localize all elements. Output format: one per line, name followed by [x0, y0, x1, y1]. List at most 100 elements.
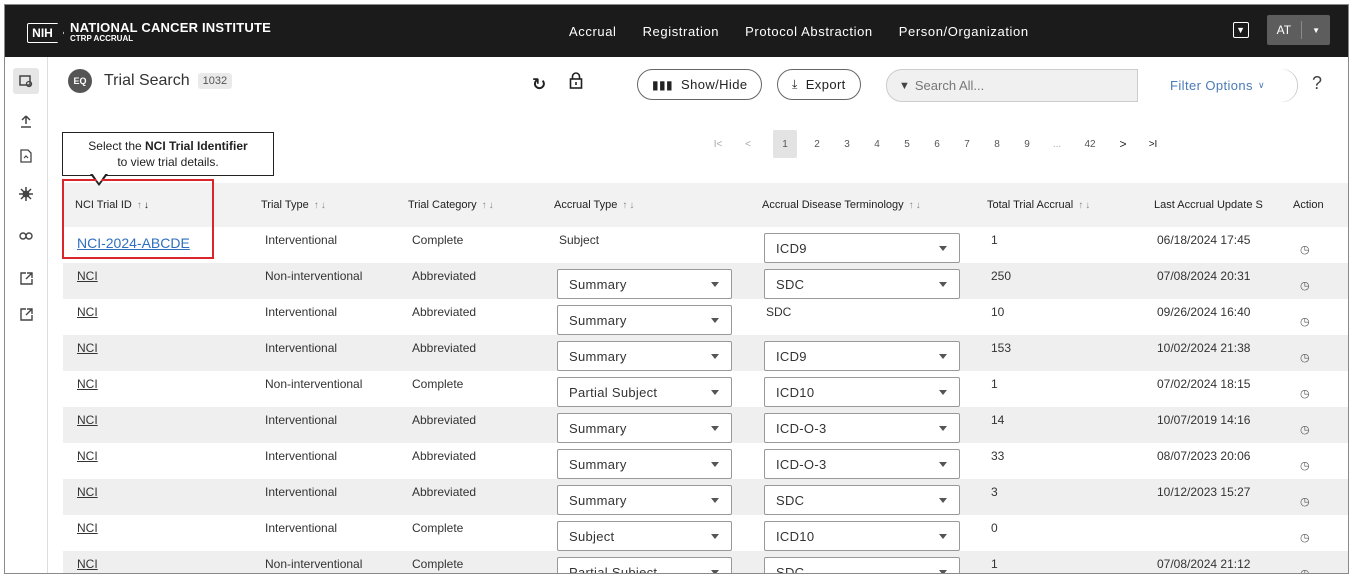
- trial-search-icon[interactable]: [13, 68, 39, 94]
- help-icon[interactable]: ?: [1312, 73, 1322, 94]
- nci-trial-id-link[interactable]: NCI: [77, 413, 98, 427]
- accrual-type-value: Subject: [569, 528, 615, 544]
- history-icon[interactable]: ◷: [1300, 243, 1310, 256]
- accrual-type-select[interactable]: Summary: [557, 449, 732, 479]
- page-button[interactable]: 4: [862, 130, 892, 158]
- nci-trial-id-link[interactable]: NCI: [77, 449, 98, 463]
- page-button[interactable]: 2: [802, 130, 832, 158]
- nav-protocol-abstraction[interactable]: Protocol Abstraction: [745, 24, 873, 39]
- nci-trial-id-link[interactable]: NCI: [77, 341, 98, 355]
- sort-icon[interactable]: ↑↓: [1078, 200, 1092, 211]
- external-link-icon-2[interactable]: [13, 301, 39, 327]
- page-button[interactable]: 9: [1012, 130, 1042, 158]
- sort-icon[interactable]: ↑↓: [909, 200, 923, 211]
- column-header-trial-type[interactable]: Trial Type ↑↓: [261, 183, 328, 227]
- page-button-last[interactable]: 42: [1072, 130, 1108, 158]
- accrual-type-select[interactable]: Summary: [557, 269, 732, 299]
- page-button[interactable]: 6: [922, 130, 952, 158]
- sort-icon[interactable]: ↑↓: [622, 200, 636, 211]
- history-icon[interactable]: ◷: [1300, 495, 1310, 508]
- show-hide-button[interactable]: ▮▮▮ Show/Hide: [637, 69, 763, 100]
- nci-trial-id-link[interactable]: NCI-2024-ABCDE: [77, 235, 190, 251]
- column-header-accrual-type[interactable]: Accrual Type ↑↓: [554, 183, 636, 227]
- page-button[interactable]: 7: [952, 130, 982, 158]
- cell-nci-trial-id: NCI: [77, 263, 98, 299]
- nci-trial-id-link[interactable]: NCI: [77, 377, 98, 391]
- cell-trial-category: Complete: [412, 521, 464, 535]
- chevron-down-icon: [711, 426, 719, 431]
- last-page-button[interactable]: >I: [1138, 130, 1168, 158]
- disease-terminology-select[interactable]: SDC: [764, 557, 960, 573]
- history-icon[interactable]: ◷: [1300, 567, 1310, 573]
- column-header-trial-category[interactable]: Trial Category ↑↓: [408, 183, 496, 227]
- nav-accrual[interactable]: Accrual: [569, 24, 617, 39]
- external-link-icon[interactable]: [13, 265, 39, 291]
- callout-tooltip: Select the NCI Trial Identifier to view …: [62, 132, 274, 176]
- history-icon[interactable]: ◷: [1300, 423, 1310, 436]
- disease-terminology-select[interactable]: ICD10: [764, 521, 960, 551]
- accrual-type-select[interactable]: Summary: [557, 305, 732, 335]
- disease-terminology-select[interactable]: ICD9: [764, 341, 960, 371]
- nav-registration[interactable]: Registration: [643, 24, 720, 39]
- export-button[interactable]: ⤓ Export: [777, 69, 861, 100]
- column-header-nci-trial-id[interactable]: NCI Trial ID ↑↓: [75, 183, 151, 227]
- nav-person-organization[interactable]: Person/Organization: [899, 24, 1029, 39]
- cell-nci-trial-id: NCI: [77, 479, 98, 515]
- document-icon[interactable]: [13, 143, 39, 169]
- column-header-total-trial-accrual[interactable]: Total Trial Accrual ↑↓: [987, 183, 1092, 227]
- column-header-last-accrual-update[interactable]: Last Accrual Update S: [1154, 183, 1280, 227]
- page-button[interactable]: 5: [892, 130, 922, 158]
- prev-page-button[interactable]: <: [737, 130, 759, 158]
- virus-icon[interactable]: [13, 181, 39, 207]
- disease-terminology-select[interactable]: ICD9: [764, 233, 960, 263]
- first-page-button[interactable]: I<: [707, 130, 729, 158]
- page-button-current[interactable]: 1: [773, 130, 797, 158]
- accrual-type-select[interactable]: Partial Subject: [557, 557, 732, 573]
- sort-icon[interactable]: ↑↓: [482, 200, 496, 211]
- nci-trial-id-link[interactable]: NCI: [77, 557, 98, 571]
- nci-trial-id-link[interactable]: NCI: [77, 305, 98, 319]
- disease-terminology-select[interactable]: ICD-O-3: [764, 449, 960, 479]
- search-input[interactable]: [914, 78, 1155, 93]
- lock-icon[interactable]: [569, 72, 583, 94]
- history-icon[interactable]: ◷: [1300, 387, 1310, 400]
- accrual-type-select[interactable]: Partial Subject: [557, 377, 732, 407]
- disease-terminology-select[interactable]: ICD10: [764, 377, 960, 407]
- link-icon[interactable]: [13, 223, 39, 249]
- page-button[interactable]: 3: [832, 130, 862, 158]
- history-icon[interactable]: ◷: [1300, 315, 1310, 328]
- disease-terminology-select[interactable]: SDC: [764, 269, 960, 299]
- sort-icon[interactable]: ↑↓: [137, 200, 151, 211]
- cell-nci-trial-id: NCI: [77, 299, 98, 335]
- table-row: NCI Interventional Abbreviated Summary ICD-O…: [63, 443, 1348, 479]
- user-menu-button[interactable]: AT ▼: [1266, 15, 1330, 45]
- cell-last-accrual-update: 07/08/2024 21:12: [1157, 557, 1251, 571]
- disease-terminology-select[interactable]: ICD-O-3: [764, 413, 960, 443]
- table-row: NCI Non-interventional Abbreviated Summary S…: [63, 263, 1348, 299]
- nih-logo[interactable]: NIH NATIONAL CANCER INSTITUTE CTRP ACCRU…: [27, 21, 271, 44]
- refresh-icon[interactable]: ↻: [532, 75, 546, 95]
- accrual-type-value: Summary: [569, 492, 627, 508]
- next-page-button[interactable]: >: [1108, 130, 1138, 158]
- history-icon[interactable]: ◷: [1300, 459, 1310, 472]
- disease-terminology-select[interactable]: SDC: [764, 485, 960, 515]
- history-icon[interactable]: ◷: [1300, 351, 1310, 364]
- nci-trial-id-link[interactable]: NCI: [77, 521, 98, 535]
- filter-options-button[interactable]: Filter Options ∨: [1137, 69, 1297, 102]
- nci-trial-id-link[interactable]: NCI: [77, 269, 98, 283]
- accrual-type-select[interactable]: Subject: [557, 521, 732, 551]
- accrual-type-select[interactable]: Summary: [557, 413, 732, 443]
- upload-icon[interactable]: [13, 109, 39, 135]
- download-box-icon[interactable]: ▼: [1232, 22, 1249, 38]
- accrual-type-select[interactable]: Summary: [557, 341, 732, 371]
- history-icon[interactable]: ◷: [1300, 531, 1310, 544]
- history-icon[interactable]: ◷: [1300, 279, 1310, 292]
- page-button[interactable]: 8: [982, 130, 1012, 158]
- nci-trial-id-link[interactable]: NCI: [77, 485, 98, 499]
- cell-trial-type: Non-interventional: [265, 377, 363, 391]
- nav-right: ▼ AT ▼: [1232, 15, 1330, 45]
- chevron-down-icon: [939, 390, 947, 395]
- accrual-type-select[interactable]: Summary: [557, 485, 732, 515]
- column-header-accrual-disease-terminology[interactable]: Accrual Disease Terminology ↑↓: [762, 183, 923, 227]
- sort-icon[interactable]: ↑↓: [314, 200, 328, 211]
